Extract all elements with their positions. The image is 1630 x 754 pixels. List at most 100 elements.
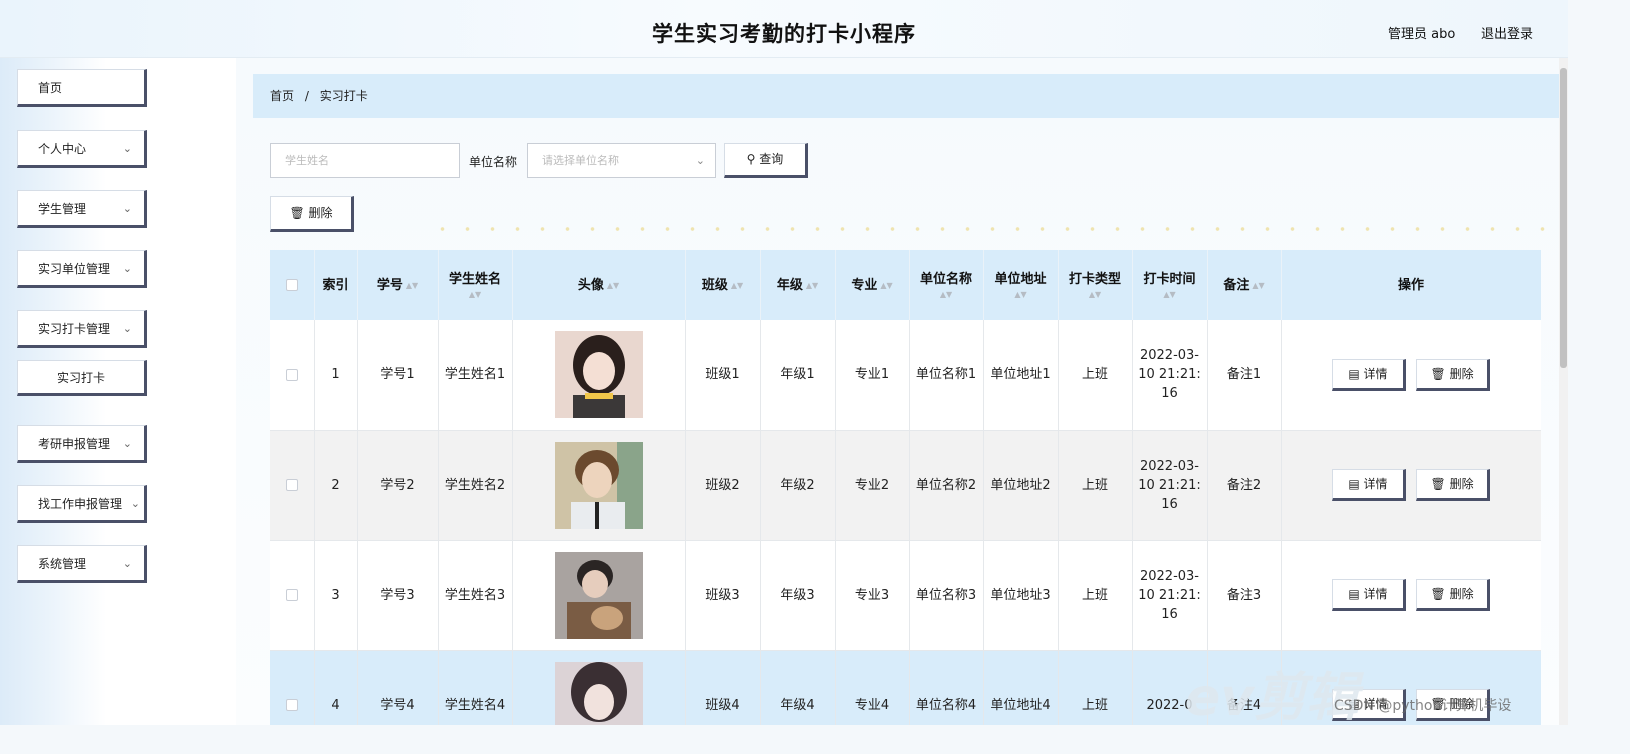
search-icon: ⚲ (746, 152, 756, 166)
row-checkbox[interactable] (285, 699, 298, 711)
unit-name-label: 单位名称 (469, 155, 518, 169)
delete-button[interactable]: 🗑 删除 (1416, 469, 1491, 501)
cell-grade: 年级4 (760, 650, 836, 725)
column-header[interactable]: 年级 ▲▼ (760, 250, 836, 320)
chevron-down-icon: ⌄ (130, 497, 140, 510)
sidebar-item-label: 找工作申报管理 (38, 497, 123, 511)
sidebar-item-job-management[interactable]: 找工作申报管理 ⌄ (17, 485, 147, 523)
scrollbar[interactable] (1559, 58, 1568, 725)
row-checkbox[interactable] (285, 479, 298, 491)
sidebar-item-label: 学生管理 (38, 202, 87, 216)
cell-index: 2 (314, 430, 358, 541)
cell-index: 3 (314, 540, 358, 651)
query-label: 查询 (759, 152, 784, 166)
cell-unit-addr: 单位地址3 (983, 540, 1059, 651)
sort-icon[interactable]: ▲▼ (806, 276, 818, 295)
app-header: 学生实习考勤的打卡小程序 管理员 abo 退出登录 (0, 0, 1568, 58)
cell-student-no: 学号2 (357, 430, 439, 541)
sidebar-item-checkin-management[interactable]: 实习打卡管理 ⌄ (17, 310, 147, 348)
sort-icon[interactable]: ▲▼ (880, 276, 892, 295)
sort-icon[interactable]: ▲▼ (1063, 289, 1128, 301)
sidebar-item-student-management[interactable]: 学生管理 ⌄ (17, 190, 147, 228)
cell-grade: 年级3 (760, 540, 836, 651)
cell-remark: 备注3 (1207, 540, 1282, 651)
unit-name-select[interactable]: 请选择单位名称 ⌄ (527, 143, 716, 178)
column-header[interactable]: 单位地址 ▲▼ (983, 250, 1059, 320)
delete-button[interactable]: 🗑 删除 (1416, 358, 1491, 391)
avatar (554, 661, 643, 725)
sort-icon[interactable]: ▲▼ (914, 289, 979, 301)
select-all-checkbox[interactable] (285, 279, 298, 291)
sidebar-item-label: 实习打卡管理 (38, 322, 111, 336)
sort-icon[interactable]: ▲▼ (731, 276, 743, 295)
document-icon: ▤ (1348, 366, 1360, 381)
detail-button[interactable]: ▤ 详情 (1331, 358, 1406, 391)
sort-icon[interactable]: ▲▼ (406, 276, 418, 295)
sidebar-item-label: 首页 (38, 81, 63, 95)
column-header[interactable]: 专业 ▲▼ (835, 250, 910, 320)
cell-unit-name: 单位名称4 (909, 650, 984, 725)
cell-major: 专业2 (835, 430, 910, 541)
cell-class: 班级2 (685, 430, 761, 541)
query-button[interactable]: ⚲ 查询 (724, 143, 808, 178)
cell-name: 学生姓名2 (438, 430, 513, 541)
detail-button[interactable]: ▤ 详情 (1331, 579, 1406, 611)
chevron-down-icon: ⌄ (122, 202, 132, 215)
cell-type: 上班 (1058, 650, 1133, 725)
column-header[interactable]: 班级 ▲▼ (685, 250, 761, 320)
select-all-cell[interactable] (270, 250, 315, 320)
column-header[interactable]: 打卡类型 ▲▼ (1058, 250, 1133, 320)
column-header[interactable]: 学生姓名 ▲▼ (438, 250, 513, 320)
document-icon: ▤ (1348, 477, 1360, 491)
student-name-input[interactable] (270, 143, 460, 178)
cell-class: 班级1 (685, 320, 761, 431)
column-header[interactable]: 学号 ▲▼ (357, 250, 439, 320)
cell-class: 班级4 (685, 650, 761, 725)
sidebar-item-unit-management[interactable]: 实习单位管理 ⌄ (17, 250, 147, 288)
column-header[interactable]: 备注 ▲▼ (1207, 250, 1282, 320)
chevron-down-icon: ⌄ (695, 154, 705, 167)
cell-unit-name: 单位名称3 (909, 540, 984, 651)
sidebar-item-label: 个人中心 (38, 142, 87, 156)
chevron-down-icon: ⌄ (122, 322, 132, 335)
cell-type: 上班 (1058, 430, 1133, 541)
sidebar-item-system-management[interactable]: 系统管理 ⌄ (17, 545, 147, 583)
cell-student-no: 学号3 (357, 540, 439, 651)
sidebar-item-postgrad-management[interactable]: 考研申报管理 ⌄ (17, 425, 147, 463)
breadcrumb-home[interactable]: 首页 (270, 89, 294, 103)
sort-icon[interactable]: ▲▼ (988, 289, 1054, 301)
sidebar-item-personal-center[interactable]: 个人中心 ⌄ (17, 130, 147, 168)
sidebar-item-home[interactable]: 首页 (17, 69, 147, 107)
batch-delete-button[interactable]: 🗑 删除 (270, 196, 354, 232)
row-checkbox[interactable] (285, 368, 298, 381)
trash-icon: 🗑 (289, 206, 305, 220)
cell-major: 专业4 (835, 650, 910, 725)
cell-name: 学生姓名4 (438, 650, 513, 725)
sort-icon[interactable]: ▲▼ (1137, 289, 1203, 301)
column-header[interactable]: 头像 ▲▼ (512, 250, 686, 320)
breadcrumb: 首页 / 实习打卡 (253, 74, 1559, 118)
current-user: 管理员 abo (1388, 27, 1456, 42)
column-header[interactable]: 单位名称 ▲▼ (909, 250, 984, 320)
cell-unit-addr: 单位地址2 (983, 430, 1059, 541)
csdn-watermark: CSDN @python计算机毕设 (1334, 698, 1512, 714)
sort-icon[interactable]: ▲▼ (607, 276, 619, 295)
column-header[interactable]: 打卡时间 ▲▼ (1132, 250, 1208, 320)
sort-icon[interactable]: ▲▼ (443, 289, 508, 301)
row-checkbox[interactable] (285, 589, 298, 601)
sidebar-item-label: 实习单位管理 (38, 262, 111, 276)
sidebar-item-label: 系统管理 (38, 557, 87, 571)
sort-icon[interactable]: ▲▼ (1252, 276, 1264, 295)
scrollbar-thumb[interactable] (1560, 68, 1567, 368)
avatar (554, 441, 643, 529)
delete-button[interactable]: 🗑 删除 (1416, 579, 1491, 611)
cell-name: 学生姓名1 (438, 320, 513, 431)
cell-time: 2022-03-10 21:21:16 (1132, 540, 1208, 651)
logout-link[interactable]: 退出登录 (1481, 23, 1533, 42)
avatar (554, 331, 643, 419)
cell-major: 专业3 (835, 540, 910, 651)
cell-index: 1 (314, 320, 358, 431)
sidebar-subitem-checkin[interactable]: 实习打卡 (17, 360, 147, 396)
detail-button[interactable]: ▤ 详情 (1331, 469, 1406, 501)
chevron-down-icon: ⌄ (122, 437, 132, 450)
